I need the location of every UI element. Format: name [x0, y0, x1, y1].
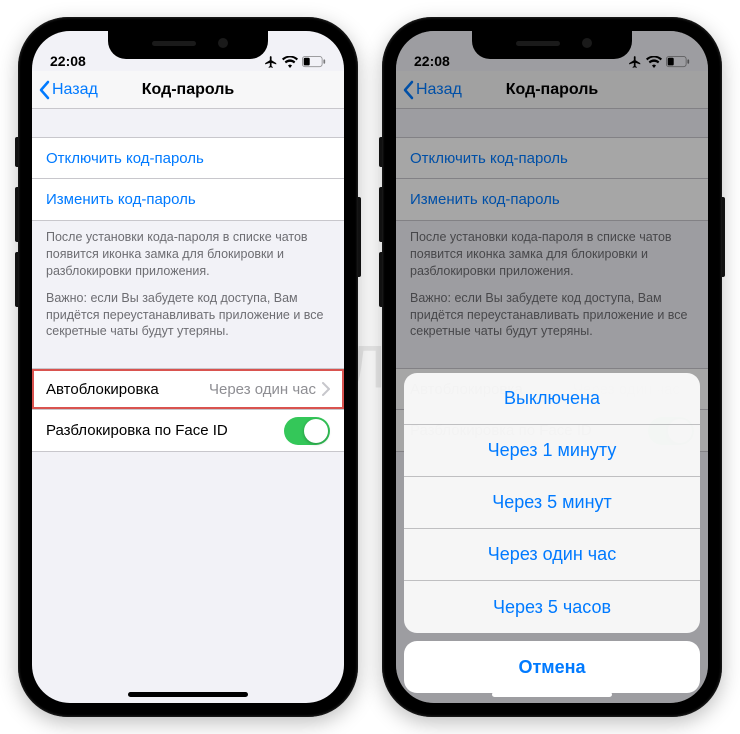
sheet-option-5min[interactable]: Через 5 минут [404, 477, 700, 529]
nav-title: Код-пароль [396, 81, 708, 99]
change-passcode-cell[interactable]: Изменить код-пароль [396, 179, 708, 221]
status-icons [628, 55, 690, 69]
status-time: 22:08 [50, 53, 86, 69]
sheet-cancel-button[interactable]: Отмена [404, 641, 700, 693]
phone-right: 22:08 Назад Код-пароль Отключить код-пар… [382, 17, 722, 717]
footer-text: После установки кода-пароля в списке чат… [396, 221, 708, 340]
screen-left: 22:08 Назад Код-пароль Отключить код-пар… [32, 31, 344, 703]
chevron-right-icon [322, 382, 330, 396]
faceid-cell: Разблокировка по Face ID [32, 410, 344, 452]
autolock-value: Через один час [209, 381, 316, 398]
faceid-toggle[interactable] [284, 417, 330, 445]
sheet-option-1hour[interactable]: Через один час [404, 529, 700, 581]
back-button[interactable]: Назад [32, 80, 98, 100]
disable-passcode-cell[interactable]: Отключить код-пароль [396, 137, 708, 179]
airplane-icon [264, 55, 278, 69]
airplane-icon [628, 55, 642, 69]
sheet-option-off[interactable]: Выключена [404, 373, 700, 425]
nav-bar: Назад Код-пароль [32, 71, 344, 109]
battery-icon [302, 56, 326, 68]
sheet-option-1min[interactable]: Через 1 минуту [404, 425, 700, 477]
battery-icon [666, 56, 690, 68]
back-label: Назад [416, 81, 462, 99]
autolock-label: Автоблокировка [46, 381, 209, 398]
notch [472, 31, 632, 59]
disable-passcode-cell[interactable]: Отключить код-пароль [32, 137, 344, 179]
chevron-left-icon [38, 80, 50, 100]
sheet-option-5hours[interactable]: Через 5 часов [404, 581, 700, 633]
phone-left: 22:08 Назад Код-пароль Отключить код-пар… [18, 17, 358, 717]
back-button[interactable]: Назад [396, 80, 462, 100]
chevron-left-icon [402, 80, 414, 100]
faceid-label: Разблокировка по Face ID [46, 422, 284, 439]
status-time: 22:08 [414, 53, 450, 69]
footer-text: После установки кода-пароля в списке чат… [32, 221, 344, 340]
nav-bar: Назад Код-пароль [396, 71, 708, 109]
autolock-cell[interactable]: Автоблокировка Через один час [32, 368, 344, 410]
wifi-icon [282, 56, 298, 68]
action-sheet-options: Выключена Через 1 минуту Через 5 минут Ч… [404, 373, 700, 633]
back-label: Назад [52, 81, 98, 99]
wifi-icon [646, 56, 662, 68]
status-icons [264, 55, 326, 69]
screen-right: 22:08 Назад Код-пароль Отключить код-пар… [396, 31, 708, 703]
change-passcode-cell[interactable]: Изменить код-пароль [32, 179, 344, 221]
home-indicator [492, 692, 612, 697]
action-sheet: Выключена Через 1 минуту Через 5 минут Ч… [404, 373, 700, 693]
home-indicator [128, 692, 248, 697]
notch [108, 31, 268, 59]
